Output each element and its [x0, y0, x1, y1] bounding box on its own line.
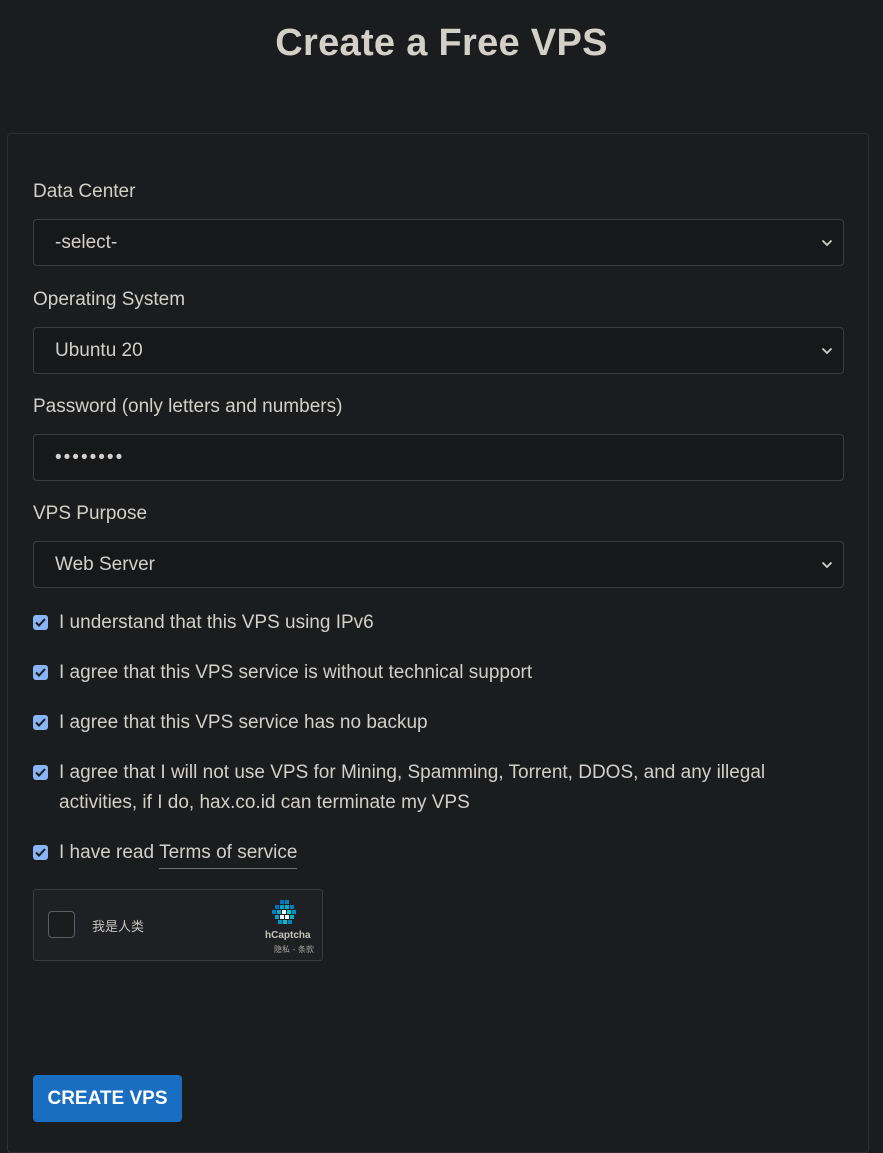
create-vps-button[interactable]: CREATE VPS: [33, 1075, 182, 1122]
agreement-ipv6-checkbox[interactable]: [33, 615, 48, 630]
chevron-down-icon: [815, 231, 839, 255]
data-center-label: Data Center: [33, 181, 136, 202]
captcha-checkbox[interactable]: [48, 911, 75, 938]
agreement-terms-checkbox[interactable]: [33, 845, 48, 860]
operating-system-value: Ubuntu 20: [55, 339, 143, 361]
vps-purpose-label: VPS Purpose: [33, 503, 148, 524]
checkmark-icon: [35, 668, 46, 677]
agreement-no-backup: I agree that this VPS service has no bac…: [33, 708, 833, 738]
hcaptcha-widget: 我是人类 hCaptcha 隐私 - 条款: [33, 889, 323, 961]
terms-of-service-link[interactable]: Terms of service: [159, 838, 298, 869]
agreement-no-support-text: I agree that this VPS service is without…: [59, 662, 533, 683]
checkmark-icon: [35, 848, 46, 857]
agreement-ipv6: I understand that this VPS using IPv6: [33, 608, 833, 638]
agreement-acceptable-use: I agree that I will not use VPS for Mini…: [33, 758, 803, 818]
form-card: [7, 133, 869, 1153]
agreement-no-backup-checkbox[interactable]: [33, 715, 48, 730]
vps-purpose-value: Web Server: [55, 553, 155, 575]
checkmark-icon: [35, 618, 46, 627]
agreement-no-support-checkbox[interactable]: [33, 665, 48, 680]
operating-system-select[interactable]: Ubuntu 20: [33, 327, 844, 374]
chevron-down-icon: [815, 339, 839, 363]
data-center-select[interactable]: -select-: [33, 219, 844, 266]
agreement-no-backup-text: I agree that this VPS service has no bac…: [59, 712, 428, 733]
captcha-label: 我是人类: [92, 920, 145, 935]
vps-purpose-select[interactable]: Web Server: [33, 541, 844, 588]
hcaptcha-brand: hCaptcha: [265, 930, 311, 941]
operating-system-label: Operating System: [33, 289, 186, 310]
checkmark-icon: [35, 718, 46, 727]
agreement-no-support: I agree that this VPS service is without…: [33, 658, 833, 688]
data-center-value: -select-: [55, 231, 118, 253]
hcaptcha-links[interactable]: 隐私 - 条款: [274, 944, 314, 955]
password-value: ••••••••: [55, 446, 125, 468]
agreement-ipv6-text: I understand that this VPS using IPv6: [59, 612, 374, 633]
password-input[interactable]: ••••••••: [33, 434, 844, 481]
agreement-acceptable-use-checkbox[interactable]: [33, 765, 48, 780]
chevron-down-icon: [815, 553, 839, 577]
agreement-terms: I have read Terms of service: [33, 838, 833, 869]
agreement-terms-text: I have read: [59, 842, 155, 863]
hcaptcha-logo-icon: [270, 898, 300, 928]
password-label: Password (only letters and numbers): [33, 396, 343, 417]
checkmark-icon: [35, 768, 46, 777]
agreement-acceptable-use-text: I agree that I will not use VPS for Mini…: [59, 762, 766, 813]
page-title: Create a Free VPS: [275, 22, 608, 64]
